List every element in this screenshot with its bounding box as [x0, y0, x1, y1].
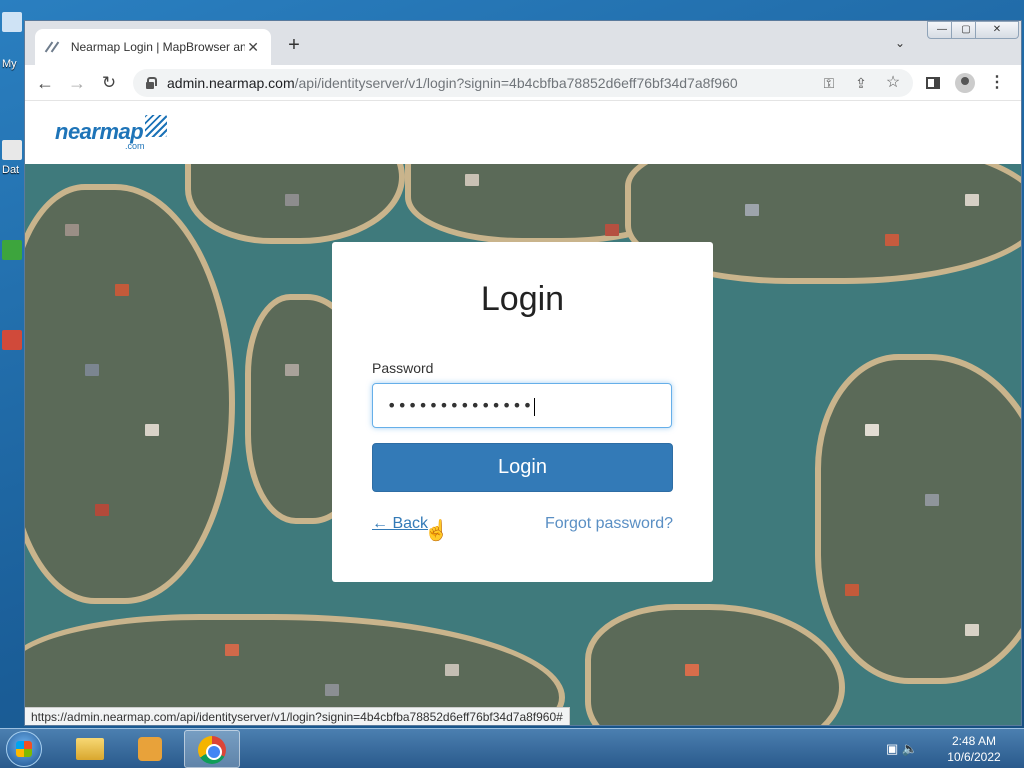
roof [845, 584, 859, 596]
roof [445, 664, 459, 676]
explorer-icon[interactable] [62, 730, 118, 768]
roof [225, 644, 239, 656]
land-area [25, 184, 235, 604]
share-icon[interactable]: ⇪ [851, 73, 871, 93]
password-label: Password [372, 360, 434, 376]
roof [885, 234, 899, 246]
roof [65, 224, 79, 236]
nearmap-logo[interactable]: nearmap .com [55, 115, 168, 151]
tab-search-chevron-icon[interactable]: ⌄ [895, 36, 905, 50]
land-area [585, 604, 845, 725]
roof [465, 174, 479, 186]
nearmap-favicon [45, 39, 61, 55]
tab-title: Nearmap Login | MapBrowser an [70, 40, 246, 54]
url-host: admin.nearmap.com [167, 75, 295, 91]
desktop-icon-computer[interactable] [0, 12, 24, 32]
password-value: •••••••••••••• [387, 396, 534, 415]
login-button[interactable]: Login [372, 443, 673, 492]
tab-bar: Nearmap Login | MapBrowser an ✕ + ⌄ — ▢ … [25, 21, 1021, 65]
desktop-label-dat: Dat [2, 164, 20, 176]
menu-icon[interactable]: ⋮ [987, 73, 1007, 93]
roof [285, 194, 299, 206]
page-title: Login [480, 280, 565, 318]
hand-cursor-icon: ☝ [424, 520, 449, 542]
forward-arrow-icon[interactable]: → [65, 71, 89, 95]
page-content: nearmap .com Login Password ••••••••••••… [25, 101, 1021, 725]
tab-close-icon[interactable]: ✕ [245, 39, 261, 56]
roof [965, 194, 979, 206]
roof [605, 224, 619, 236]
media-player-icon[interactable] [122, 730, 178, 768]
roof [925, 494, 939, 506]
taskbar: ▣ 🔈 2:48 AM 10/6/2022 [0, 728, 1024, 768]
roof [95, 504, 109, 516]
aerial-background: Login Password •••••••••••••• Login ← Ba… [25, 164, 1021, 725]
tab-nearmap-login[interactable]: Nearmap Login | MapBrowser an ✕ [35, 29, 271, 65]
roof [965, 624, 979, 636]
clock-date: 10/6/2022 [947, 750, 1001, 764]
status-url: https://admin.nearmap.com/api/identityse… [25, 707, 570, 725]
url-path: /api/identityserver/v1/login?signin=4b4c… [294, 75, 738, 91]
login-card: Login Password •••••••••••••• Login ← Ba… [332, 242, 713, 582]
star-icon[interactable]: ☆ [883, 73, 903, 93]
desktop-label-my: My [2, 58, 17, 70]
roof [115, 284, 129, 296]
volume-icon[interactable]: 🔈 [902, 741, 918, 756]
desktop-icon-red[interactable] [0, 330, 24, 350]
reload-icon[interactable]: ↻ [97, 71, 121, 95]
clock[interactable]: 2:48 AM 10/6/2022 [934, 733, 1014, 765]
logo-suffix: .com [125, 141, 145, 151]
network-icon[interactable]: ▣ [886, 741, 898, 756]
back-arrow-icon[interactable]: ← [33, 71, 57, 95]
roof [685, 664, 699, 676]
back-link[interactable]: ← Back [372, 515, 428, 533]
side-panel-icon[interactable] [923, 73, 943, 93]
windows-start-icon[interactable] [6, 731, 42, 767]
roof [145, 424, 159, 436]
password-field[interactable]: •••••••••••••• [372, 383, 672, 428]
roof [285, 364, 299, 376]
site-header: nearmap .com [25, 101, 1021, 164]
roof [745, 204, 759, 216]
new-tab-button[interactable]: + [283, 34, 305, 57]
land-area [815, 354, 1021, 684]
roof [325, 684, 339, 696]
system-tray: ▣ 🔈 [886, 741, 926, 757]
chrome-icon[interactable] [184, 730, 240, 768]
lock-icon[interactable] [145, 77, 157, 89]
desktop-icon-data[interactable] [0, 140, 24, 160]
close-window-button[interactable]: ✕ [975, 21, 1019, 39]
key-icon[interactable]: ⚿ [819, 73, 839, 93]
roof [865, 424, 879, 436]
browser-window: Nearmap Login | MapBrowser an ✕ + ⌄ — ▢ … [24, 20, 1022, 726]
browser-toolbar: ← → ↻ admin.nearmap.com /api/identityser… [25, 65, 1021, 101]
text-caret [534, 397, 536, 416]
profile-icon[interactable] [955, 73, 975, 93]
forgot-password-link[interactable]: Forgot password? [545, 515, 673, 533]
address-bar[interactable]: admin.nearmap.com /api/identityserver/v1… [133, 69, 913, 97]
logo-mark-icon [145, 115, 168, 137]
roof [85, 364, 99, 376]
clock-time: 2:48 AM [951, 734, 997, 748]
desktop-icon-green[interactable] [0, 240, 24, 260]
